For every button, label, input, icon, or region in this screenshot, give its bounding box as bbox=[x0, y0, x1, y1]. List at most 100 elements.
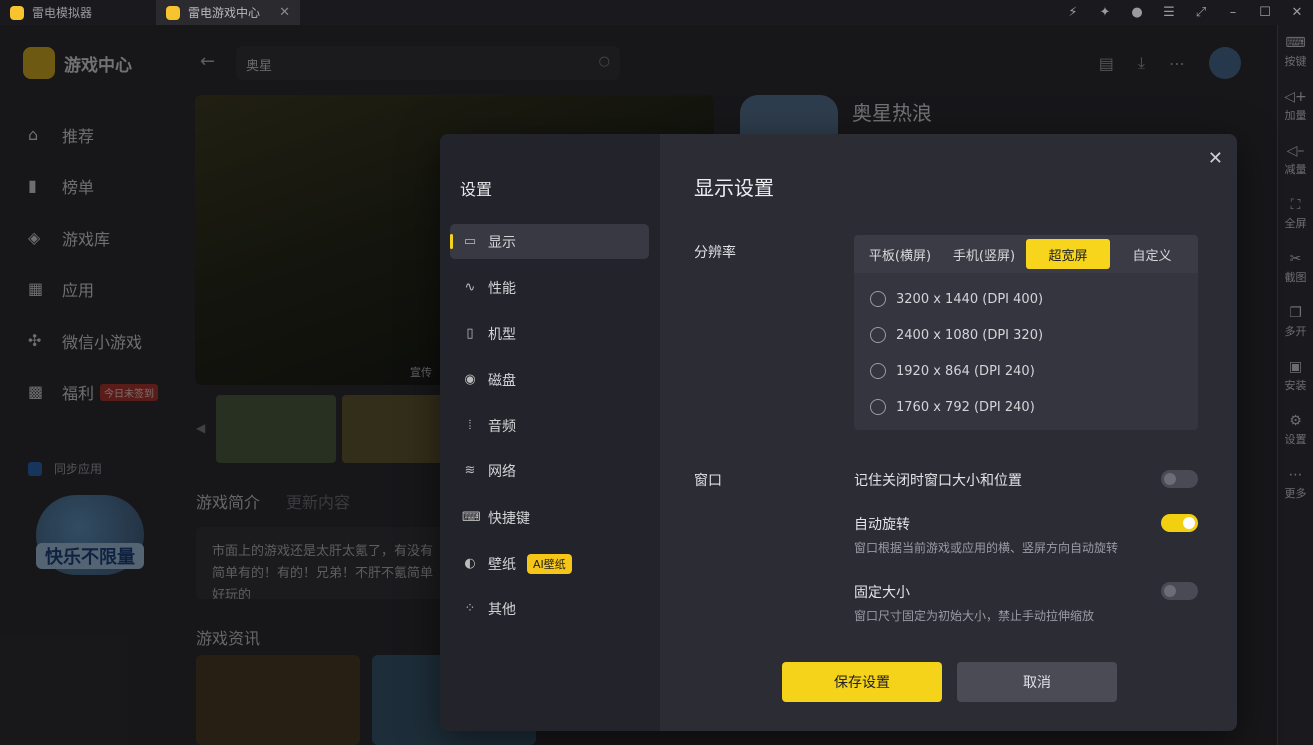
settings-nav-performance[interactable]: ∿ 性能 bbox=[450, 270, 649, 305]
toolbar-multi[interactable]: ❐ 多开 bbox=[1278, 295, 1313, 349]
toolbar-label: 更多 bbox=[1284, 487, 1307, 500]
resolution-label: 1920 x 864 (DPI 240) bbox=[896, 363, 1035, 379]
fixed-size-label: 固定大小 bbox=[854, 585, 910, 601]
settings-dialog: 设置 ▭ 显示 ∿ 性能 ▯ 机型 ◉ 磁盘 ⦙ 音频 ≋ 网络 ⌨ 快捷键 ◐ 壁纸 AI壁纸 … bbox=[440, 134, 1237, 731]
bolt-icon[interactable]: ⚡ bbox=[1057, 5, 1089, 20]
gear-icon: ⚙ bbox=[1289, 413, 1302, 429]
nav-label: 壁纸 bbox=[488, 556, 516, 573]
auto-rotate-label: 自动旋转 bbox=[854, 517, 910, 533]
resolution-option[interactable]: 1760 x 792 (DPI 240) bbox=[854, 389, 1198, 425]
toolbar-install[interactable]: ▣ 安装 bbox=[1278, 349, 1313, 403]
toolbar-label: 全屏 bbox=[1284, 217, 1307, 230]
nav-label: 快捷键 bbox=[488, 510, 530, 527]
disk-icon: ◉ bbox=[464, 372, 476, 387]
toolbar-volume-up[interactable]: ◁+ 加量 bbox=[1278, 79, 1313, 133]
nav-label: 其他 bbox=[488, 601, 516, 618]
minimize-icon[interactable]: – bbox=[1217, 5, 1249, 20]
resolution-label: 2400 x 1080 (DPI 320) bbox=[896, 327, 1044, 343]
remember-window-toggle[interactable] bbox=[1161, 470, 1198, 488]
restore-icon[interactable]: ⤢ bbox=[1185, 5, 1217, 20]
settings-content: 显示设置 ✕ 分辨率 平板(横屏) 手机(竖屏) 超宽屏 自定义 3200 x … bbox=[660, 134, 1237, 731]
settings-nav-wallpaper[interactable]: ◐ 壁纸 AI壁纸 bbox=[450, 546, 649, 581]
resolution-label: 分辨率 bbox=[694, 245, 736, 261]
toolbar-label: 截图 bbox=[1284, 271, 1307, 284]
keyboard-icon: ⌨ bbox=[1285, 35, 1306, 51]
toolbar-fullscreen[interactable]: ⛶ 全屏 bbox=[1278, 187, 1313, 241]
settings-nav-other[interactable]: ⁘ 其他 bbox=[450, 591, 649, 626]
settings-nav-audio[interactable]: ⦙ 音频 bbox=[450, 408, 649, 443]
nav-label: 音频 bbox=[488, 418, 516, 435]
cancel-button[interactable]: 取消 bbox=[957, 662, 1117, 702]
toolbar-more[interactable]: ⋯ 更多 bbox=[1278, 457, 1313, 511]
auto-rotate-desc: 窗口根据当前游戏或应用的横、竖屏方向自动旋转 bbox=[854, 541, 1119, 555]
more-icon: ⋯ bbox=[1288, 467, 1303, 483]
toolbar-screenshot[interactable]: ✂ 截图 bbox=[1278, 241, 1313, 295]
settings-nav-disk[interactable]: ◉ 磁盘 bbox=[450, 362, 649, 397]
page-title: 显示设置 bbox=[694, 176, 774, 200]
grid-icon: ⁘ bbox=[464, 601, 476, 616]
keyboard-icon: ⌨ bbox=[462, 510, 481, 525]
toolbar-settings[interactable]: ⚙ 设置 bbox=[1278, 403, 1313, 457]
window-label: 窗口 bbox=[694, 473, 722, 489]
remember-window-label: 记住关闭时窗口大小和位置 bbox=[854, 473, 1022, 489]
resolution-option[interactable]: 1920 x 864 (DPI 240) bbox=[854, 353, 1198, 389]
volume-down-icon: ◁– bbox=[1286, 143, 1305, 159]
nav-label: 网络 bbox=[488, 463, 516, 480]
multi-window-icon: ❐ bbox=[1289, 305, 1302, 321]
tab-tablet[interactable]: 平板(横屏) bbox=[858, 239, 942, 269]
maximize-icon[interactable]: ☐ bbox=[1249, 5, 1281, 20]
close-icon[interactable]: ✕ bbox=[1208, 148, 1223, 169]
volume-up-icon: ◁+ bbox=[1284, 89, 1307, 105]
settings-nav-model[interactable]: ▯ 机型 bbox=[450, 316, 649, 351]
resolution-label: 3200 x 1440 (DPI 400) bbox=[896, 291, 1044, 307]
resolution-label: 1760 x 792 (DPI 240) bbox=[896, 399, 1035, 415]
nav-label: 机型 bbox=[488, 326, 516, 343]
scissors-icon: ✂ bbox=[1289, 251, 1302, 267]
toolbar-keymap[interactable]: ⌨ 按键 bbox=[1278, 25, 1313, 79]
radio-icon bbox=[870, 327, 886, 343]
palette-icon: ◐ bbox=[464, 556, 476, 571]
apk-icon: ▣ bbox=[1288, 359, 1303, 375]
tab-custom[interactable]: 自定义 bbox=[1110, 239, 1194, 269]
phone-icon: ▯ bbox=[466, 326, 474, 341]
tab-emulator[interactable]: 雷电模拟器 bbox=[0, 0, 152, 25]
resolution-option[interactable]: 2400 x 1080 (DPI 320) bbox=[854, 317, 1198, 353]
settings-nav-network[interactable]: ≋ 网络 bbox=[450, 453, 649, 488]
fullscreen-icon: ⛶ bbox=[1290, 197, 1301, 213]
coin-icon[interactable]: ● bbox=[1121, 5, 1153, 20]
settings-nav: 设置 ▭ 显示 ∿ 性能 ▯ 机型 ◉ 磁盘 ⦙ 音频 ≋ 网络 ⌨ 快捷键 ◐ 壁纸 AI壁纸 … bbox=[440, 134, 660, 731]
toolbar-label: 加量 bbox=[1284, 109, 1307, 122]
settings-nav-shortcuts[interactable]: ⌨ 快捷键 bbox=[450, 500, 649, 535]
auto-rotate-toggle[interactable] bbox=[1161, 514, 1198, 532]
performance-icon: ∿ bbox=[464, 280, 476, 295]
menu-icon[interactable]: ☰ bbox=[1153, 5, 1185, 20]
ai-icon[interactable]: ✦ bbox=[1089, 5, 1121, 20]
tab-phone[interactable]: 手机(竖屏) bbox=[942, 239, 1026, 269]
audio-icon: ⦙ bbox=[468, 418, 472, 433]
resolution-mode-tabs: 平板(横屏) 手机(竖屏) 超宽屏 自定义 bbox=[854, 235, 1198, 273]
fixed-size-toggle[interactable] bbox=[1161, 582, 1198, 600]
resolution-list: 3200 x 1440 (DPI 400) 2400 x 1080 (DPI 3… bbox=[854, 273, 1198, 430]
fixed-size-desc: 窗口尺寸固定为初始大小，禁止手动拉伸缩放 bbox=[854, 609, 1095, 623]
window-controls: ⚡ ✦ ● ☰ ⤢ – ☐ ✕ bbox=[1057, 0, 1313, 25]
title-bar: 雷电模拟器 雷电游戏中心 ✕ ⚡ ✦ ● ☰ ⤢ – ☐ ✕ bbox=[0, 0, 1313, 25]
resolution-option[interactable]: 3200 x 1440 (DPI 400) bbox=[854, 281, 1198, 317]
settings-nav-display[interactable]: ▭ 显示 bbox=[450, 224, 649, 259]
tab-game-center[interactable]: 雷电游戏中心 ✕ bbox=[156, 0, 300, 25]
tab-emulator-label: 雷电模拟器 bbox=[32, 6, 93, 20]
toolbar-label: 安装 bbox=[1284, 379, 1307, 392]
right-toolbar: ⌨ 按键 ◁+ 加量 ◁– 减量 ⛶ 全屏 ✂ 截图 ❐ 多开 ▣ 安装 ⚙ 设置 ⋯ 更多 bbox=[1277, 25, 1313, 745]
app-logo-icon bbox=[10, 5, 24, 20]
toolbar-volume-down[interactable]: ◁– 减量 bbox=[1278, 133, 1313, 187]
close-window-icon[interactable]: ✕ bbox=[1281, 5, 1313, 20]
save-button[interactable]: 保存设置 bbox=[782, 662, 942, 702]
toolbar-label: 多开 bbox=[1284, 325, 1307, 338]
tab-game-center-label: 雷电游戏中心 bbox=[188, 6, 261, 20]
toolbar-label: 设置 bbox=[1284, 433, 1307, 446]
close-tab-icon[interactable]: ✕ bbox=[279, 5, 290, 20]
tab-ultrawide[interactable]: 超宽屏 bbox=[1026, 239, 1110, 269]
toolbar-label: 按键 bbox=[1284, 55, 1307, 68]
radio-icon bbox=[870, 291, 886, 307]
gamepad-logo-icon bbox=[166, 5, 180, 20]
wifi-icon: ≋ bbox=[464, 463, 476, 478]
